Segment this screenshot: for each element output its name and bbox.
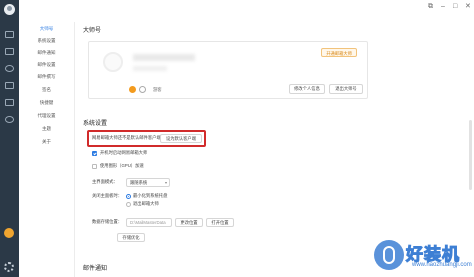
level-ring-icon [139,86,146,93]
close-behavior-label: 关闭主面板时： [92,193,123,198]
set-default-client-button[interactable]: 设为默认客户端 [160,134,202,143]
settings-gear-icon[interactable] [4,262,14,272]
account-avatar [103,52,123,72]
default-client-text: 网易邮箱大师还不是默认邮件客户端 [92,135,161,140]
open-master-tag[interactable]: 开通邮箱大师 [321,48,357,57]
vip-badge-icon[interactable] [4,228,14,238]
watermark-url: www.haozhuangji.com [412,262,472,268]
storage-optimize-button[interactable]: 存储优化 [117,233,145,242]
account-card: 开通邮箱大师 游客 修改个人信息 退出大师号 [88,41,368,99]
pin-icon[interactable]: ⧉ [428,3,433,10]
startup-checkbox[interactable] [92,151,97,156]
system-section-title: 系统设置 [83,121,108,127]
nav-item-signature[interactable]: 签名 [19,86,74,94]
level-label: 游客 [153,87,162,92]
edit-profile-button[interactable]: 修改个人信息 [289,84,325,94]
nav-divider [74,22,75,277]
app-rail [0,0,19,277]
change-location-button[interactable]: 更改位置 [175,218,203,227]
account-section-title: 大师号 [83,28,102,34]
nav-item-system[interactable]: 系统设置 [19,37,74,45]
data-location-input[interactable]: D:\MailMasterData [126,218,172,227]
settings-nav: 大师号 系统设置 邮件通知 邮件设置 邮件撰写 签名 快捷键 代理设置 主题 关… [19,0,74,277]
maximize-button[interactable]: □ [453,3,457,10]
nav-item-about[interactable]: 关于 [19,138,74,146]
gpu-checkbox[interactable] [92,164,97,169]
gpu-checkbox-label: 使用图形（GPU）加速 [100,163,144,168]
close-exit-radio[interactable] [126,202,131,207]
vip-level-icon [129,86,136,93]
user-avatar[interactable] [4,4,15,15]
nav-item-compose[interactable]: 邮件撰写 [19,73,74,81]
theme-mode-value: 跟随系统 [130,180,148,185]
mail-notify-section-title: 邮件通知 [83,266,108,272]
site-watermark: 好装机 www.haozhuangji.com [372,236,472,274]
contacts-icon[interactable] [5,65,14,72]
close-button[interactable]: ✕ [465,3,471,10]
scrollbar-thumb[interactable] [469,120,472,190]
mail-icon[interactable] [5,31,14,38]
close-exit-label: 退出邮箱大师 [133,201,159,206]
blurred-account-id [133,66,167,71]
startup-checkbox-label: 开机时启动网易邮箱大师 [100,150,148,155]
open-location-button[interactable]: 打开位置 [206,218,234,227]
clip-icon[interactable] [5,82,14,89]
nav-item-shortcuts[interactable]: 快捷键 [19,99,74,107]
data-location-label: 数据存储位置： [92,219,123,224]
close-minimize-label: 最小化到系统托盘 [133,193,168,198]
theme-mode-label: 主界面模式： [92,179,118,184]
close-minimize-radio[interactable] [126,194,131,199]
leave-master-button[interactable]: 退出大师号 [329,84,363,94]
theme-mode-select[interactable]: 跟随系统 ▾ [126,178,170,187]
chevron-down-icon: ▾ [164,180,167,185]
minimize-button[interactable]: – [441,3,445,10]
nav-item-master-account[interactable]: 大师号 [19,25,74,33]
blurred-account-name [133,54,195,61]
nav-item-mail-notify[interactable]: 邮件通知 [19,49,74,57]
nav-item-mail-settings[interactable]: 邮件设置 [19,61,74,69]
doc-icon[interactable] [5,99,14,106]
nav-item-theme[interactable]: 主题 [19,125,74,133]
nav-item-proxy[interactable]: 代理设置 [19,112,74,120]
watermark-logo-icon [374,240,404,270]
calendar-icon[interactable] [5,48,14,55]
cloud-icon[interactable] [5,116,14,123]
